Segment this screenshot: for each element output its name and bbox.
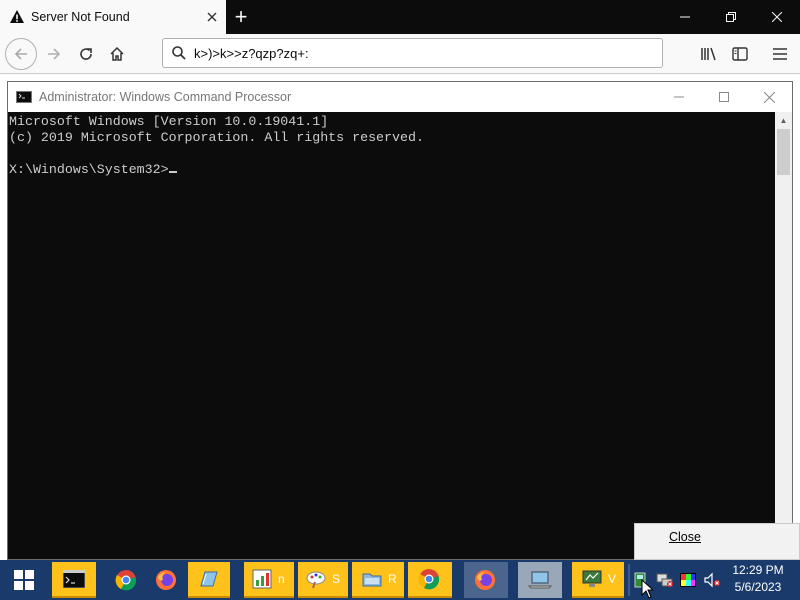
browser-tab-strip: Server Not Found + bbox=[0, 0, 800, 34]
home-icon bbox=[110, 46, 124, 61]
taskbar-notebook[interactable] bbox=[188, 562, 230, 598]
laptop-icon bbox=[528, 568, 552, 592]
forward-button[interactable] bbox=[39, 39, 69, 69]
cmd-icon bbox=[62, 567, 86, 591]
console-line: (c) 2019 Microsoft Corporation. All righ… bbox=[9, 130, 424, 145]
new-tab-button[interactable]: + bbox=[228, 2, 254, 32]
taskbar-monitor-tool[interactable]: V bbox=[572, 562, 624, 598]
taskbar-label: n bbox=[278, 572, 285, 586]
clock-date: 5/6/2023 bbox=[734, 580, 782, 594]
console-prompt-line: X:\Windows\System32> bbox=[9, 162, 775, 178]
windows-logo-icon bbox=[14, 570, 34, 590]
firefox-icon bbox=[154, 568, 178, 592]
paint-tool-icon bbox=[304, 567, 328, 591]
menu-button[interactable] bbox=[765, 39, 795, 69]
browser-tab[interactable]: Server Not Found bbox=[0, 0, 226, 34]
tab-close-icon[interactable] bbox=[198, 0, 226, 34]
forward-arrow-icon bbox=[48, 48, 61, 60]
command-prompt-window[interactable]: Administrator: Windows Command Processor… bbox=[7, 81, 793, 560]
restore-icon[interactable] bbox=[708, 0, 754, 34]
library-icon bbox=[701, 47, 716, 61]
folder-tool-icon bbox=[360, 567, 384, 591]
text-cursor bbox=[168, 171, 177, 173]
console-prompt: X:\Windows\System32> bbox=[9, 162, 169, 177]
taskbar-cmd[interactable] bbox=[52, 562, 96, 598]
sidebar-button[interactable] bbox=[725, 39, 755, 69]
chart-tool-icon bbox=[250, 567, 274, 591]
taskbar-label: R bbox=[388, 572, 397, 586]
taskbar-divider bbox=[628, 564, 630, 596]
tab-title: Server Not Found bbox=[31, 10, 130, 24]
hamburger-menu-icon bbox=[773, 48, 787, 60]
system-clock[interactable]: 12:29 PM 5/6/2023 bbox=[728, 562, 788, 598]
cmd-title-bar[interactable]: Administrator: Windows Command Processor bbox=[8, 82, 792, 112]
taskbar-firefox-2[interactable] bbox=[464, 562, 508, 598]
cmd-close-icon[interactable] bbox=[746, 82, 792, 112]
tray-context-menu: Close bbox=[634, 523, 800, 560]
taskbar-chart-tool[interactable]: n bbox=[244, 562, 294, 598]
warning-icon bbox=[9, 9, 25, 25]
console-output[interactable]: Microsoft Windows [Version 10.0.19041.1]… bbox=[8, 112, 775, 559]
cmd-maximize-icon[interactable] bbox=[701, 82, 747, 112]
scrollbar-thumb[interactable] bbox=[777, 129, 790, 175]
close-icon[interactable] bbox=[754, 0, 800, 34]
console-line: Microsoft Windows [Version 10.0.19041.1] bbox=[9, 114, 329, 129]
notebook-icon bbox=[196, 567, 220, 591]
taskbar-label: V bbox=[608, 572, 617, 586]
chrome-icon bbox=[114, 568, 138, 592]
taskbar-chrome[interactable] bbox=[108, 562, 144, 598]
network-icon[interactable] bbox=[656, 560, 674, 600]
console-app-icon bbox=[16, 91, 32, 103]
taskbar-label: S bbox=[332, 572, 341, 586]
monitor-tool-icon bbox=[580, 567, 604, 591]
library-button[interactable] bbox=[694, 39, 724, 69]
chrome-icon bbox=[417, 567, 441, 591]
minimize-icon[interactable] bbox=[662, 0, 708, 34]
taskbar-paint-tool[interactable]: S bbox=[298, 562, 348, 598]
search-icon bbox=[170, 44, 188, 62]
scroll-up-arrow-icon[interactable]: ▲ bbox=[775, 112, 792, 129]
url-bar[interactable]: k>)>k>>z?qzp?zq+: bbox=[162, 38, 663, 68]
taskbar-laptop[interactable] bbox=[518, 562, 562, 598]
taskbar: n S R V 12:29 PM 5/6/2023 bbox=[0, 560, 800, 600]
firefox-icon bbox=[473, 568, 497, 592]
cmd-window-title: Administrator: Windows Command Processor bbox=[39, 90, 292, 104]
reload-button[interactable] bbox=[71, 39, 101, 69]
console-scrollbar[interactable]: ▲ bbox=[775, 112, 792, 559]
home-button[interactable] bbox=[102, 39, 132, 69]
reload-icon bbox=[80, 48, 92, 60]
close-menu-item[interactable]: Close bbox=[669, 530, 701, 544]
start-button[interactable] bbox=[0, 560, 48, 600]
taskbar-firefox[interactable] bbox=[148, 562, 184, 598]
cmd-minimize-icon[interactable] bbox=[656, 82, 702, 112]
display-color-icon[interactable] bbox=[678, 560, 698, 600]
back-button[interactable] bbox=[5, 38, 37, 70]
sidebar-icon bbox=[732, 47, 748, 61]
back-arrow-icon bbox=[14, 48, 27, 60]
taskbar-folder-tool[interactable]: R bbox=[352, 562, 404, 598]
taskbar-chrome-2[interactable] bbox=[408, 562, 452, 598]
clock-time: 12:29 PM bbox=[732, 563, 784, 577]
url-text: k>)>k>>z?qzp?zq+: bbox=[194, 45, 309, 61]
mouse-pointer-icon bbox=[640, 560, 654, 600]
volume-muted-icon[interactable] bbox=[702, 560, 722, 600]
navigation-bar: k>)>k>>z?qzp?zq+: bbox=[0, 34, 800, 74]
